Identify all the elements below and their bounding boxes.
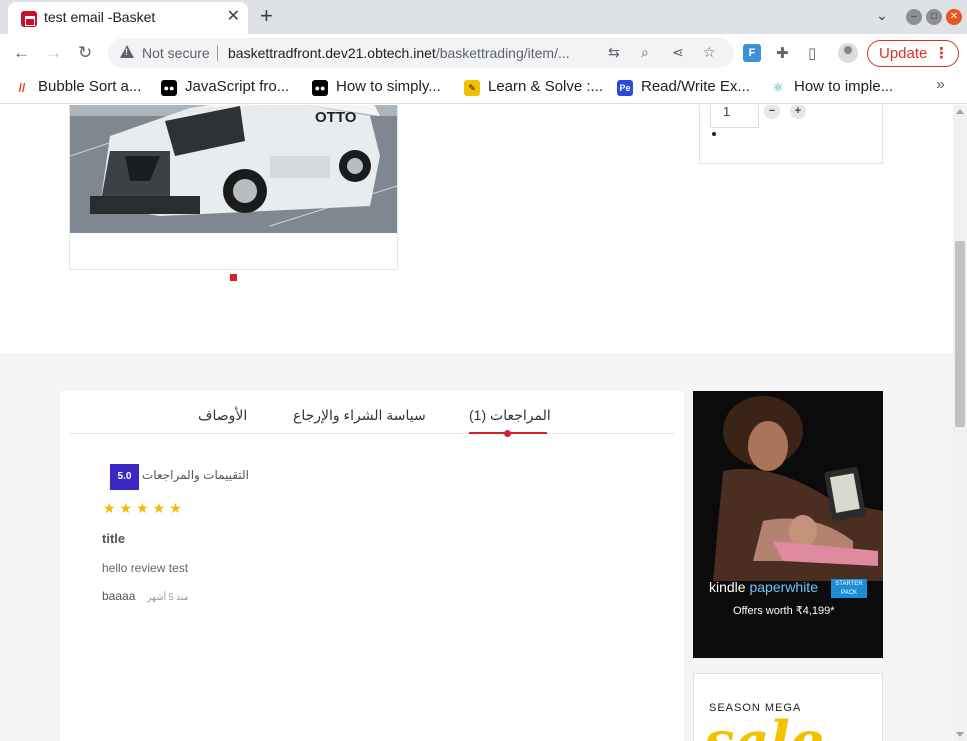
bookmark-label: Read/Write Ex... bbox=[641, 78, 750, 95]
update-button[interactable]: Update ⋮ bbox=[867, 40, 959, 67]
minimize-window-button[interactable]: – bbox=[906, 9, 922, 25]
ratings-heading: التقييمات والمراجعات bbox=[142, 468, 249, 482]
kindle-ad-title: kindle paperwhite bbox=[709, 579, 818, 595]
product-tabs: المراجعات (1) سياسة الشراء والإرجاع الأو… bbox=[70, 391, 674, 437]
tab-descriptions[interactable]: الأوصاف bbox=[198, 407, 247, 424]
close-window-button[interactable]: ✕ bbox=[946, 9, 962, 25]
starter-pack-badge: STARTER PACK bbox=[831, 579, 867, 598]
extensions-puzzle-icon[interactable]: ✚ bbox=[776, 44, 789, 62]
new-tab-button[interactable]: + bbox=[260, 5, 273, 27]
product-truck-image[interactable]: OTTO bbox=[70, 105, 397, 233]
quantity-box: 1 − + bbox=[699, 105, 883, 164]
bookmark-label: Learn & Solve :... bbox=[488, 78, 604, 95]
url-host: baskettradfront.dev21.obtech.inet bbox=[228, 45, 436, 61]
scrollbar-thumb[interactable] bbox=[955, 241, 965, 427]
share-icon[interactable]: ⋖ bbox=[672, 44, 684, 61]
update-label: Update bbox=[879, 45, 928, 62]
menu-dots-icon[interactable]: ⋮ bbox=[934, 41, 949, 66]
medium-icon: ●● bbox=[161, 80, 177, 96]
bookmark-label: Bubble Sort a... bbox=[38, 78, 142, 95]
product-tabs-card: المراجعات (1) سياسة الشراء والإرجاع الأو… bbox=[60, 391, 684, 741]
review-body: hello review test bbox=[102, 561, 189, 575]
profile-avatar-icon[interactable] bbox=[838, 43, 858, 63]
increase-quantity-button[interactable]: + bbox=[790, 105, 806, 119]
tab-reviews[interactable]: المراجعات (1) bbox=[469, 407, 551, 424]
sale-ad-word: sale bbox=[704, 709, 825, 741]
star-rating: ★★★★★ bbox=[103, 500, 186, 516]
bookmark-label: How to simply... bbox=[336, 78, 441, 95]
kindle-product: paperwhite bbox=[749, 579, 818, 595]
zoom-icon[interactable]: ⌕ bbox=[641, 44, 649, 61]
bookmark-label: JavaScript fro... bbox=[185, 78, 290, 95]
page-content: OTTO 1 − + المراجعات (1) سياسة الشراء وا… bbox=[0, 105, 953, 741]
maximize-window-button[interactable]: □ bbox=[926, 9, 942, 25]
kindle-offer-text: Offers worth ₹4,199* bbox=[733, 605, 835, 617]
medium-icon: ●● bbox=[312, 80, 328, 96]
more-bookmarks-chevron-icon[interactable]: » bbox=[936, 76, 945, 94]
sale-ad-banner[interactable]: SEASON MEGA sale bbox=[693, 673, 883, 741]
warning-icon[interactable] bbox=[120, 45, 134, 58]
quantity-input[interactable]: 1 bbox=[710, 105, 759, 128]
details-section: المراجعات (1) سياسة الشراء والإرجاع الأو… bbox=[0, 353, 953, 741]
list-bullet bbox=[712, 132, 716, 136]
molecule-icon: ⚛ bbox=[772, 80, 784, 95]
tab-strip: test email -Basket ✕ + ⌄ – □ ✕ bbox=[0, 0, 967, 34]
review-title: title bbox=[102, 531, 126, 546]
kindle-ad-illustration bbox=[693, 391, 883, 658]
pencil-icon: ✎ bbox=[464, 80, 480, 96]
scroll-up-arrow-icon[interactable] bbox=[956, 109, 964, 114]
pe-icon: Pe bbox=[617, 80, 633, 96]
forward-arrow-icon[interactable]: → bbox=[45, 43, 62, 63]
scroll-down-arrow-icon[interactable] bbox=[956, 732, 964, 737]
bubble-sort-icon: // bbox=[18, 81, 26, 95]
active-tab-dot bbox=[504, 430, 511, 437]
reload-icon[interactable]: ↻ bbox=[78, 43, 92, 63]
url-path: /baskettrading/item/... bbox=[435, 45, 570, 61]
bookmark-label: How to imple... bbox=[794, 78, 894, 95]
translate-icon[interactable]: ⇆ bbox=[608, 44, 620, 61]
tab-purchase-policy[interactable]: سياسة الشراء والإرجاع bbox=[293, 407, 426, 424]
address-bar[interactable]: Not secure baskettradfront.dev21.obtech.… bbox=[108, 38, 734, 68]
kindle-ad-banner[interactable]: kindle paperwhite STARTER PACK Offers wo… bbox=[693, 391, 883, 658]
carousel-dot[interactable] bbox=[230, 274, 237, 281]
security-label[interactable]: Not secure bbox=[142, 45, 210, 61]
extension-f-icon[interactable]: F bbox=[743, 44, 761, 62]
product-image-card: OTTO bbox=[69, 105, 398, 270]
side-panel-icon[interactable]: ▯ bbox=[808, 44, 816, 62]
bookmarks-bar: // Bubble Sort a... ●● JavaScript fro...… bbox=[0, 72, 967, 104]
close-tab-icon[interactable]: ✕ bbox=[227, 8, 240, 26]
back-arrow-icon[interactable]: ← bbox=[13, 43, 30, 63]
kindle-brand: kindle bbox=[709, 579, 746, 595]
browser-toolbar: ← → ↻ Not secure baskettradfront.dev21.o… bbox=[0, 34, 967, 72]
browser-tab[interactable]: test email -Basket ✕ bbox=[8, 2, 248, 34]
truck-logo: OTTO bbox=[315, 109, 357, 126]
bookmark-star-icon[interactable]: ☆ bbox=[703, 44, 716, 61]
review-timestamp: منذ 5 أشهر bbox=[147, 592, 189, 602]
url-text[interactable]: baskettradfront.dev21.obtech.inet/basket… bbox=[228, 45, 570, 61]
review-author: baaaa bbox=[102, 589, 136, 603]
tab-search-chevron-icon[interactable]: ⌄ bbox=[876, 7, 888, 24]
decrease-quantity-button[interactable]: − bbox=[764, 105, 780, 119]
omnibox-divider bbox=[217, 45, 218, 61]
basket-favicon-icon bbox=[21, 11, 37, 27]
tab-title: test email -Basket bbox=[44, 9, 156, 25]
page-scrollbar[interactable] bbox=[953, 105, 967, 741]
rating-score-badge: 5.0 bbox=[110, 464, 139, 490]
